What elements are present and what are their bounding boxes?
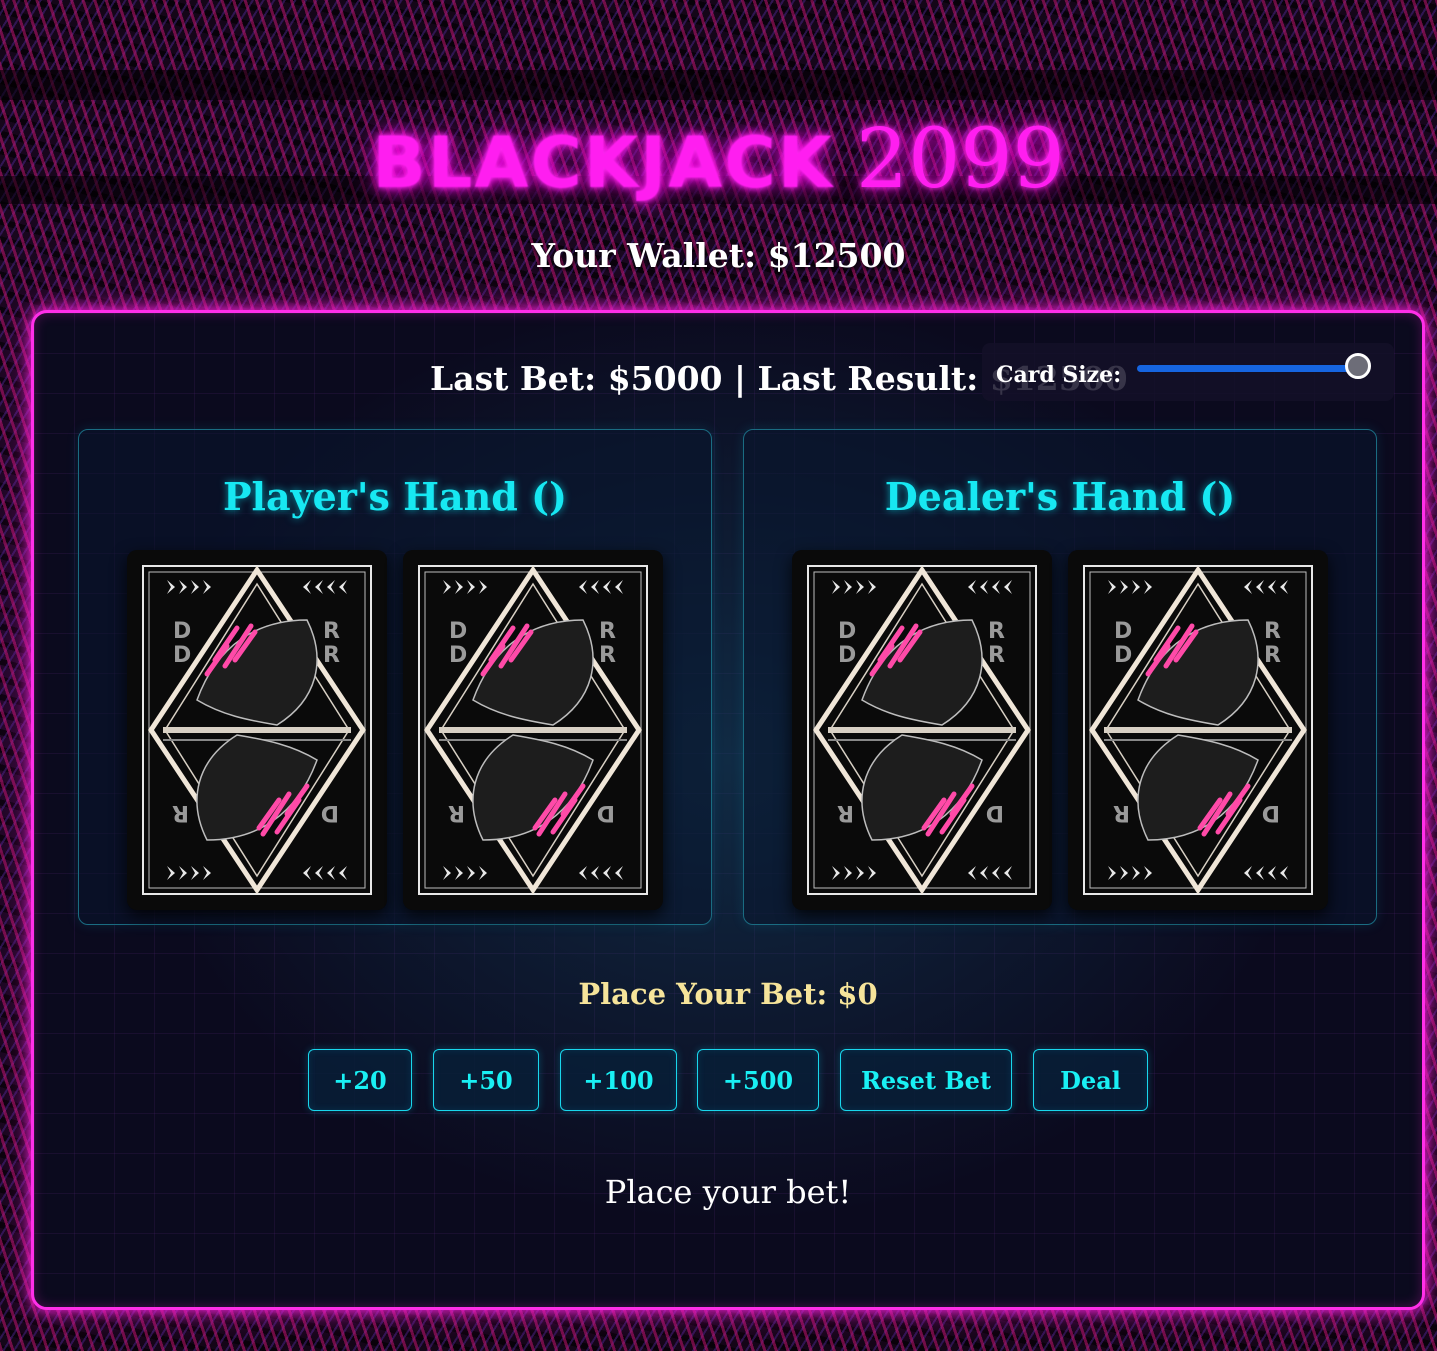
svg-text:R: R <box>1264 619 1281 644</box>
svg-text:D: D <box>597 800 615 825</box>
svg-text:R: R <box>988 643 1005 668</box>
player-card-back: DD RR D R <box>403 550 663 910</box>
reset-bet-button[interactable]: Reset Bet <box>840 1049 1012 1111</box>
dealer-card-back: DD RR D R <box>1068 550 1328 910</box>
game-table-panel: Last Bet: $5000 | Last Result: $12500 Ca… <box>31 310 1425 1310</box>
svg-text:D: D <box>1114 619 1132 644</box>
svg-text:D: D <box>838 643 856 668</box>
add-50-button[interactable]: +50 <box>433 1049 539 1111</box>
svg-text:D: D <box>1114 643 1132 668</box>
title-word-2099: 2099 <box>855 112 1065 207</box>
dealer-card-back: DD RR D R <box>792 550 1052 910</box>
svg-text:D: D <box>173 619 191 644</box>
player-cards: DD RR D R DD RR D R <box>127 550 663 910</box>
svg-text:R: R <box>599 619 616 644</box>
svg-text:R: R <box>599 643 616 668</box>
svg-text:R: R <box>837 800 854 825</box>
card-size-slider-thumb[interactable] <box>1345 353 1371 379</box>
svg-text:R: R <box>988 619 1005 644</box>
player-hand-title: Player's Hand () <box>222 474 568 519</box>
svg-text:D: D <box>449 643 467 668</box>
card-size-label: Card Size: <box>996 362 1122 388</box>
deal-button[interactable]: Deal <box>1033 1049 1148 1111</box>
svg-text:D: D <box>173 643 191 668</box>
title-word-blackjack: BLACKJACK <box>372 122 834 204</box>
card-size-control: Card Size: <box>982 343 1394 401</box>
svg-text:R: R <box>1264 643 1281 668</box>
svg-text:D: D <box>1262 800 1280 825</box>
svg-text:R: R <box>448 800 465 825</box>
dealer-hand-title: Dealer's Hand () <box>884 474 1236 519</box>
add-100-button[interactable]: +100 <box>560 1049 677 1111</box>
dealer-cards: DD RR D R DD RR D R <box>792 550 1328 910</box>
player-hand: Player's Hand () DD RR D R D D R R D R <box>78 429 712 925</box>
svg-text:D: D <box>838 619 856 644</box>
card-size-slider-track[interactable] <box>1137 365 1359 372</box>
game-title: BLACKJACK 2099 <box>0 112 1437 207</box>
svg-text:R: R <box>323 643 340 668</box>
place-bet-label: Place Your Bet: $0 <box>578 977 878 1011</box>
svg-text:D: D <box>321 800 339 825</box>
player-card-back: DD RR D R <box>127 550 387 910</box>
wallet-display: Your Wallet: $12500 <box>531 236 906 275</box>
dealer-hand: Dealer's Hand () DD RR D R D D R R D R <box>743 429 1377 925</box>
add-20-button[interactable]: +20 <box>308 1049 412 1111</box>
svg-text:D: D <box>986 800 1004 825</box>
svg-text:D: D <box>449 619 467 644</box>
background-band <box>0 70 1437 100</box>
add-500-button[interactable]: +500 <box>697 1049 819 1111</box>
svg-text:R: R <box>172 800 189 825</box>
status-message: Place your bet! <box>604 1173 852 1211</box>
svg-text:R: R <box>323 619 340 644</box>
svg-text:R: R <box>1113 800 1130 825</box>
